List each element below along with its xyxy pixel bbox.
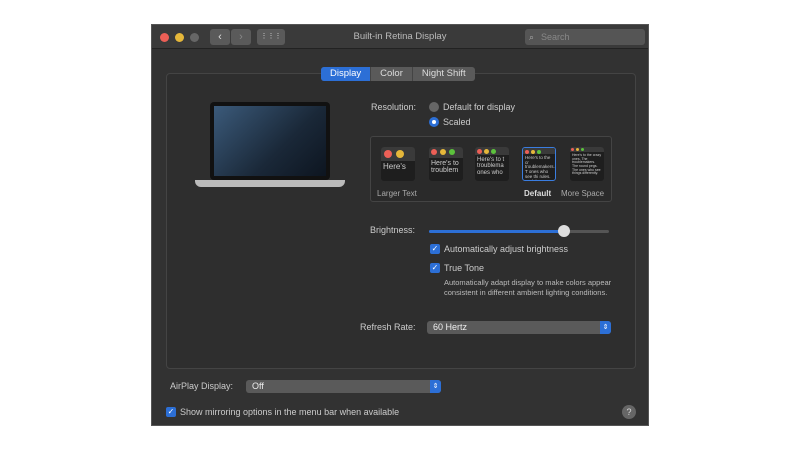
tab-display[interactable]: Display — [321, 67, 372, 81]
true-tone-label[interactable]: True Tone — [444, 263, 484, 273]
auto-brightness-label[interactable]: Automatically adjust brightness — [444, 244, 568, 254]
search-icon: ⌕ — [529, 32, 535, 42]
auto-brightness-checkbox[interactable]: ✓ — [430, 244, 440, 254]
tab-night-shift[interactable]: Night Shift — [413, 67, 475, 81]
scaled-option-larger-text[interactable]: Here's — [381, 147, 415, 181]
resolution-label: Resolution: — [371, 102, 417, 112]
laptop-image — [195, 102, 345, 192]
scaled-option-3[interactable]: Here's to t troublema ones who — [475, 147, 509, 181]
search-input[interactable]: ⌕ Search — [525, 29, 645, 45]
more-space-label: More Space — [561, 189, 605, 198]
refresh-rate-select[interactable]: 60 Hertz ⇕ — [427, 321, 611, 334]
default-for-display-label[interactable]: Default for display — [443, 102, 515, 112]
title-bar: ‹ › ⋮⋮⋮ Built-in Retina Display ⌕ Search — [152, 25, 648, 49]
scaled-option-more-space[interactable]: Here's to the crazy ones. The troublemak… — [570, 147, 604, 181]
chevron-updown-icon: ⇕ — [600, 321, 611, 334]
scaled-radio[interactable] — [429, 117, 439, 127]
tab-color[interactable]: Color — [371, 67, 413, 81]
mirroring-checkbox[interactable]: ✓ — [166, 407, 176, 417]
brightness-label: Brightness: — [370, 225, 416, 235]
refresh-rate-label: Refresh Rate: — [360, 322, 416, 332]
scaled-resolution-picker: Here's Here's to troublem Here's to t tr… — [370, 136, 612, 202]
airplay-display-select[interactable]: Off ⇕ — [246, 380, 441, 393]
preferences-window: ‹ › ⋮⋮⋮ Built-in Retina Display ⌕ Search… — [151, 24, 649, 426]
default-label: Default — [524, 189, 552, 198]
mirroring-label[interactable]: Show mirroring options in the menu bar w… — [180, 407, 399, 417]
chevron-updown-icon: ⇕ — [430, 380, 441, 393]
true-tone-checkbox[interactable]: ✓ — [430, 263, 440, 273]
airplay-display-value: Off — [252, 381, 264, 391]
true-tone-description: Automatically adapt display to make colo… — [444, 278, 612, 297]
airplay-display-label: AirPlay Display: — [170, 381, 234, 391]
larger-text-label: Larger Text — [377, 189, 417, 198]
brightness-slider-knob[interactable] — [558, 225, 570, 237]
scaled-option-2[interactable]: Here's to troublem — [429, 147, 463, 181]
scaled-option-default[interactable]: Here's to the cr troublemakers. T ones w… — [522, 147, 556, 181]
brightness-slider-fill — [429, 230, 564, 233]
scaled-label[interactable]: Scaled — [443, 117, 471, 127]
tab-bar: Display Color Night Shift — [321, 67, 475, 81]
default-for-display-radio[interactable] — [429, 102, 439, 112]
brightness-slider[interactable] — [429, 225, 609, 237]
refresh-rate-value: 60 Hertz — [433, 322, 468, 332]
search-placeholder: Search — [541, 32, 570, 42]
help-button[interactable]: ? — [622, 405, 636, 419]
